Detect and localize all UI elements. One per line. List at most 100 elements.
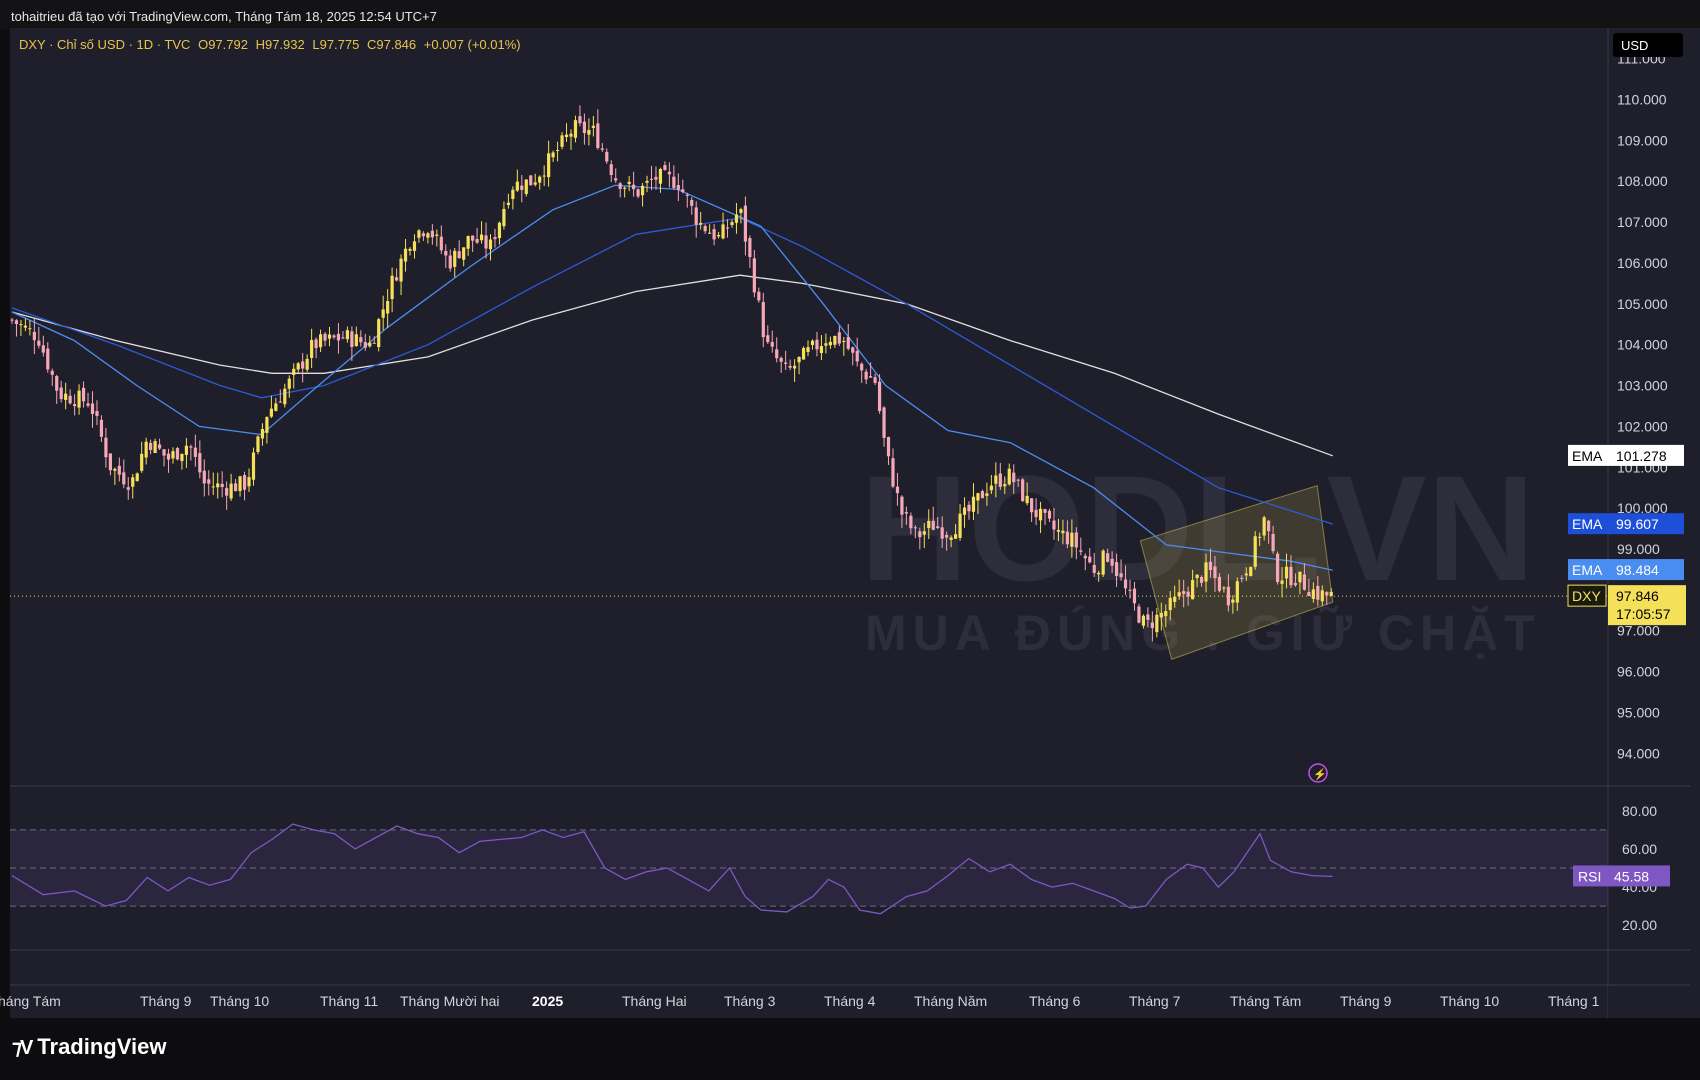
candle-body — [175, 448, 180, 460]
candle-body — [931, 520, 935, 530]
candle-body — [1271, 534, 1275, 552]
change-value: +0.007 (+0.01%) — [423, 37, 521, 52]
candle-body — [131, 477, 135, 487]
candle-body — [113, 468, 117, 471]
candle-body — [690, 199, 694, 206]
time-tick-label: Tháng 9 — [1340, 993, 1392, 1009]
candle-body — [846, 337, 850, 349]
candle-body — [1284, 566, 1289, 579]
candle-body — [614, 178, 618, 181]
candle-body — [909, 515, 913, 529]
candle-body — [1195, 574, 1199, 579]
candle-body — [940, 527, 944, 539]
candle-body — [1007, 468, 1011, 485]
candle-body — [310, 340, 314, 358]
time-tick-label: háng Tám — [0, 993, 61, 1009]
time-tick-label: Tháng 10 — [210, 993, 269, 1009]
candle-body — [439, 236, 443, 251]
candle-body — [305, 358, 309, 370]
candle-body — [359, 337, 363, 343]
candle-body — [336, 333, 341, 341]
candle-body — [144, 441, 148, 458]
ema-name-label: EMA — [1572, 562, 1603, 578]
candle-body — [435, 234, 439, 236]
candle-body — [685, 194, 689, 196]
candle-body — [1258, 536, 1262, 538]
candle-body — [327, 334, 332, 339]
candle-body — [609, 164, 613, 176]
candle-body — [524, 179, 528, 194]
candle-body — [225, 488, 229, 496]
candle-body — [793, 365, 797, 369]
candle-body — [1240, 577, 1244, 579]
ema-value-label: 99.607 — [1616, 516, 1659, 532]
candle-body — [475, 239, 479, 243]
candle-body — [699, 222, 703, 225]
candle-body — [949, 537, 953, 540]
candle-body — [564, 134, 569, 138]
time-tick-label: Tháng 9 — [140, 993, 192, 1009]
candle-body — [1164, 611, 1168, 617]
ema-name-label: EMA — [1572, 448, 1603, 464]
candle-body — [869, 376, 873, 378]
candle-body — [962, 507, 967, 515]
candle-body — [497, 222, 502, 239]
candle-body — [591, 125, 595, 128]
candle-body — [1110, 558, 1114, 566]
candle-body — [873, 377, 877, 383]
candle-body — [1119, 573, 1123, 578]
candle-body — [922, 531, 926, 535]
candle-body — [408, 248, 412, 251]
candle-body — [645, 180, 649, 183]
candle-body — [953, 534, 958, 539]
candle-body — [573, 120, 578, 138]
candle-body — [1155, 614, 1159, 633]
candle-body — [891, 458, 895, 487]
candle-body — [658, 169, 663, 184]
candle-body — [855, 350, 859, 362]
candle-body — [1262, 517, 1266, 536]
candle-body — [162, 449, 166, 456]
candle-body — [801, 348, 806, 360]
candle-body — [345, 330, 349, 340]
candle-body — [242, 475, 247, 490]
tradingview-logo[interactable]: ⁊V TradingView — [12, 1034, 166, 1060]
candle-body — [283, 388, 287, 405]
candle-body — [28, 328, 32, 330]
candle-body — [980, 491, 985, 499]
candle-body — [108, 453, 112, 471]
currency-label: USD — [1621, 38, 1648, 53]
candle-body — [775, 349, 779, 359]
rsi-band-fill — [10, 829, 1608, 907]
candle-body — [877, 381, 882, 412]
candle-body — [363, 342, 367, 348]
candle-body — [1101, 550, 1105, 575]
candle-body — [1316, 585, 1320, 600]
candle-body — [314, 339, 318, 349]
candle-body — [797, 356, 801, 363]
candle-body — [466, 235, 470, 249]
candle-body — [149, 442, 153, 451]
candle-body — [403, 248, 408, 262]
candle-body — [1244, 573, 1248, 576]
chart-canvas[interactable]: HODL.VNMUA ĐÚNG . GIỮ CHẶT111.000110.000… — [0, 0, 1700, 1018]
candle-body — [1226, 586, 1230, 606]
time-axis-corner — [1608, 986, 1700, 1018]
candle-body — [913, 527, 917, 529]
candle-body — [819, 346, 824, 354]
candle-body — [117, 465, 121, 475]
candle-body — [1083, 555, 1087, 559]
candle-body — [68, 395, 72, 404]
candle-body — [372, 342, 376, 344]
candle-body — [1231, 599, 1235, 603]
candle-body — [1074, 532, 1078, 548]
candle-body — [1159, 612, 1163, 618]
time-tick-label: Tháng 3 — [724, 993, 776, 1009]
candle-body — [1070, 532, 1074, 547]
price-tick-label: 95.000 — [1617, 704, 1660, 720]
price-tick-label: 108.000 — [1617, 173, 1668, 189]
candle-body — [1034, 509, 1038, 518]
time-tick-label: Tháng 1 — [1548, 993, 1600, 1009]
candle-body — [247, 477, 251, 487]
candle-body — [828, 341, 832, 346]
